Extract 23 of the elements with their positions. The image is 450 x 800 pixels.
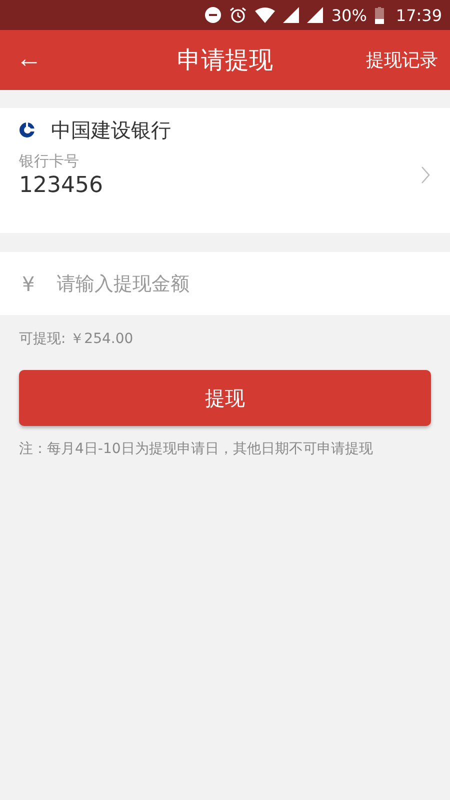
amount-input[interactable]: 请输入提现金额 xyxy=(54,272,450,296)
bank-logo-icon xyxy=(19,122,35,138)
available-balance: 可提现: ￥254.00 xyxy=(19,330,134,348)
withdraw-button[interactable]: 提现 xyxy=(19,370,431,426)
bank-card-panel[interactable]: 中国建设银行 银行卡号 123456 xyxy=(0,108,450,233)
card-number: 123456 xyxy=(19,173,103,198)
withdraw-note: 注：每月4日-10日为提现申请日，其他日期不可申请提现 xyxy=(19,440,373,458)
currency-symbol: ¥ xyxy=(22,272,35,296)
signal-icon xyxy=(283,7,300,23)
do-not-disturb-icon xyxy=(205,7,222,23)
battery-percent: 30% xyxy=(331,6,367,24)
battery-icon xyxy=(374,6,384,24)
chevron-right-icon xyxy=(421,166,430,184)
wifi-icon xyxy=(255,7,276,23)
signal-icon xyxy=(307,7,324,23)
card-number-label: 银行卡号 xyxy=(19,152,80,171)
alarm-icon xyxy=(229,6,248,24)
page-title: 申请提现 xyxy=(177,45,273,76)
back-button[interactable]: ← xyxy=(0,42,42,78)
amount-field[interactable]: ¥ 请输入提现金额 xyxy=(0,252,450,315)
clock-time: 17:39 xyxy=(396,6,442,24)
withdraw-records-link[interactable]: 提现记录 xyxy=(366,48,438,72)
bank-name: 中国建设银行 xyxy=(51,116,171,144)
